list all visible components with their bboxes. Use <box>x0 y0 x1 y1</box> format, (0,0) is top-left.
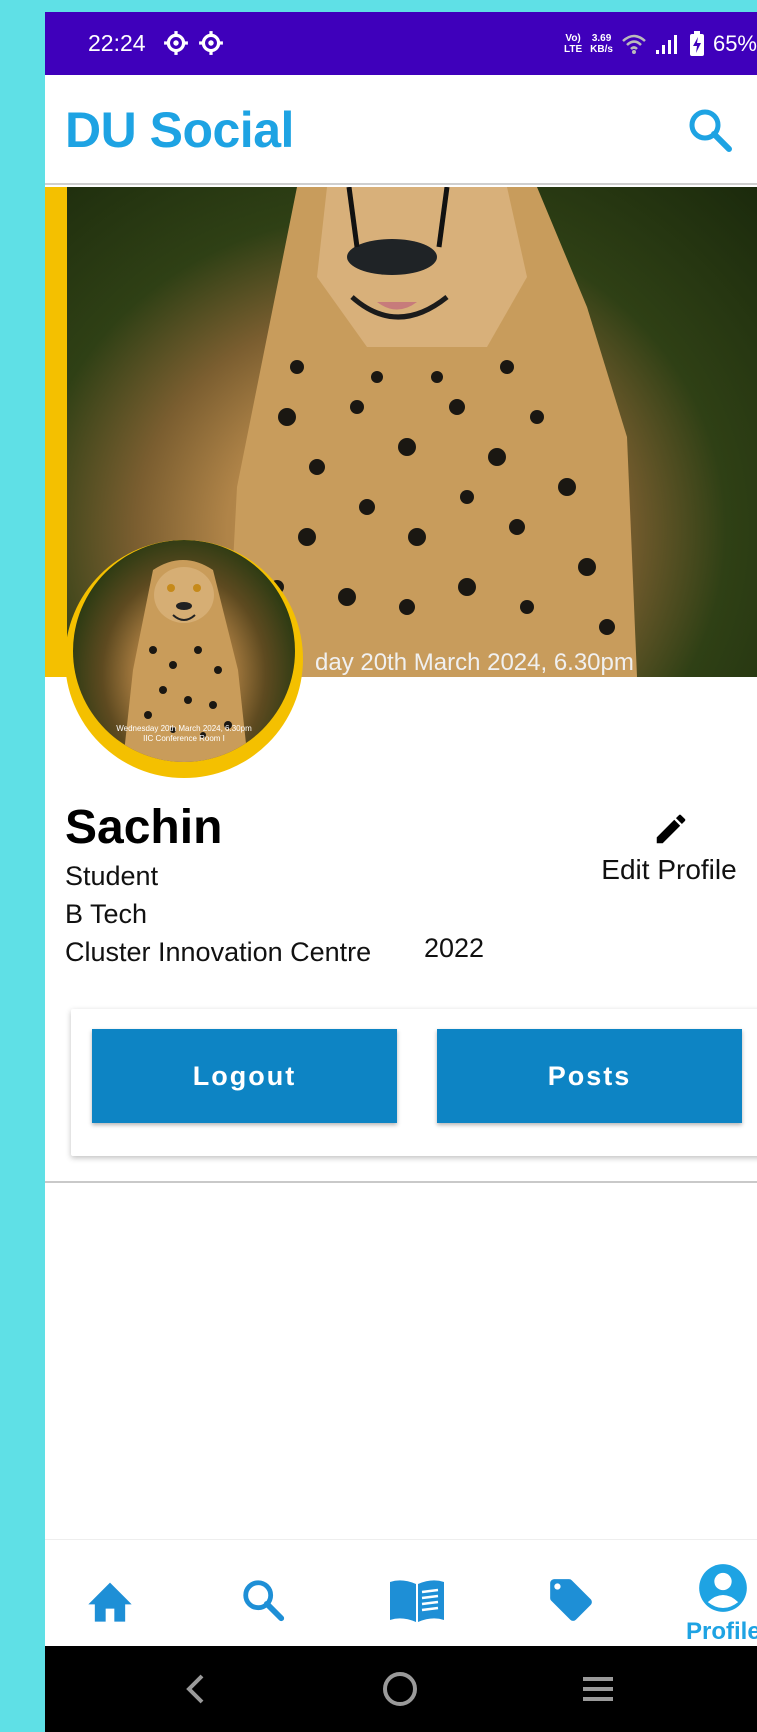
profile-avatar[interactable]: Wednesday 20th March 2024, 6.30pm IIC Co… <box>65 540 303 778</box>
status-bar: 22:24 Vo) LTE 3.69 KB/s 65% <box>45 12 757 75</box>
divider <box>45 1181 757 1183</box>
search-icon <box>243 1580 285 1622</box>
menu-icon[interactable] <box>573 1664 623 1714</box>
network-speed: 3.69 KB/s <box>590 33 613 55</box>
nav-profile[interactable] <box>693 1558 753 1618</box>
avatar-image: Wednesday 20th March 2024, 6.30pm IIC Co… <box>73 540 295 762</box>
app-bar: DU Social <box>45 75 757 185</box>
book-icon <box>390 1580 444 1622</box>
status-time: 22:24 <box>88 30 146 56</box>
profile-program: B Tech <box>65 899 148 929</box>
search-icon[interactable] <box>685 105 735 155</box>
system-navigation-bar <box>45 1646 757 1732</box>
logout-button[interactable]: Logout <box>92 1029 397 1123</box>
action-card: Logout Posts <box>71 1009 757 1156</box>
cover-caption: day 20th March 2024, 6.30pm <box>315 649 634 676</box>
phone-screen: 22:24 Vo) LTE 3.69 KB/s 65% DU Social da… <box>45 12 757 1732</box>
avatar-caption-line1: Wednesday 20th March 2024, 6.30pm <box>116 724 252 733</box>
back-icon[interactable] <box>171 1664 221 1714</box>
profile-role: Student <box>65 861 159 891</box>
pencil-icon <box>656 814 686 844</box>
profile-name: Sachin <box>65 801 223 854</box>
wifi-icon <box>622 34 646 54</box>
gear-icon <box>164 31 188 55</box>
battery-percent: 65% <box>712 31 757 56</box>
avatar-caption: Wednesday 20th March 2024, 6.30pm IIC Co… <box>73 724 295 744</box>
network-speed-value: 3.69 <box>591 33 612 44</box>
nav-profile-label[interactable]: Profile <box>686 1618 757 1646</box>
posts-button[interactable]: Posts <box>437 1029 742 1123</box>
edit-profile-button[interactable]: Edit Profile <box>594 795 744 895</box>
status-indicators: Vo) LTE 3.69 KB/s 65% <box>564 24 757 64</box>
tag-icon <box>550 1579 592 1621</box>
nav-feed[interactable] <box>387 1570 447 1630</box>
profile-icon <box>699 1564 747 1612</box>
app-title: DU Social <box>65 102 294 158</box>
avatar-caption-line2: IIC Conference Room I <box>143 734 225 743</box>
signal-icon <box>655 35 677 54</box>
profile-year: 2022 <box>424 933 485 963</box>
nav-search[interactable] <box>233 1570 293 1630</box>
network-type-top: Vo) <box>565 33 581 44</box>
home-circle-icon[interactable] <box>375 1664 425 1714</box>
battery-icon <box>689 31 704 56</box>
nav-tags[interactable] <box>541 1570 601 1630</box>
profile-college: Cluster Innovation Centre <box>65 937 372 967</box>
network-type: Vo) LTE <box>564 33 582 55</box>
gear-icon <box>199 31 223 55</box>
network-type-bottom: LTE <box>564 44 583 55</box>
bottom-navigation: Profile <box>45 1539 757 1659</box>
edit-profile-label: Edit Profile <box>601 854 737 885</box>
nav-home[interactable] <box>80 1570 140 1630</box>
home-icon <box>88 1582 132 1622</box>
network-speed-unit: KB/s <box>590 44 613 55</box>
